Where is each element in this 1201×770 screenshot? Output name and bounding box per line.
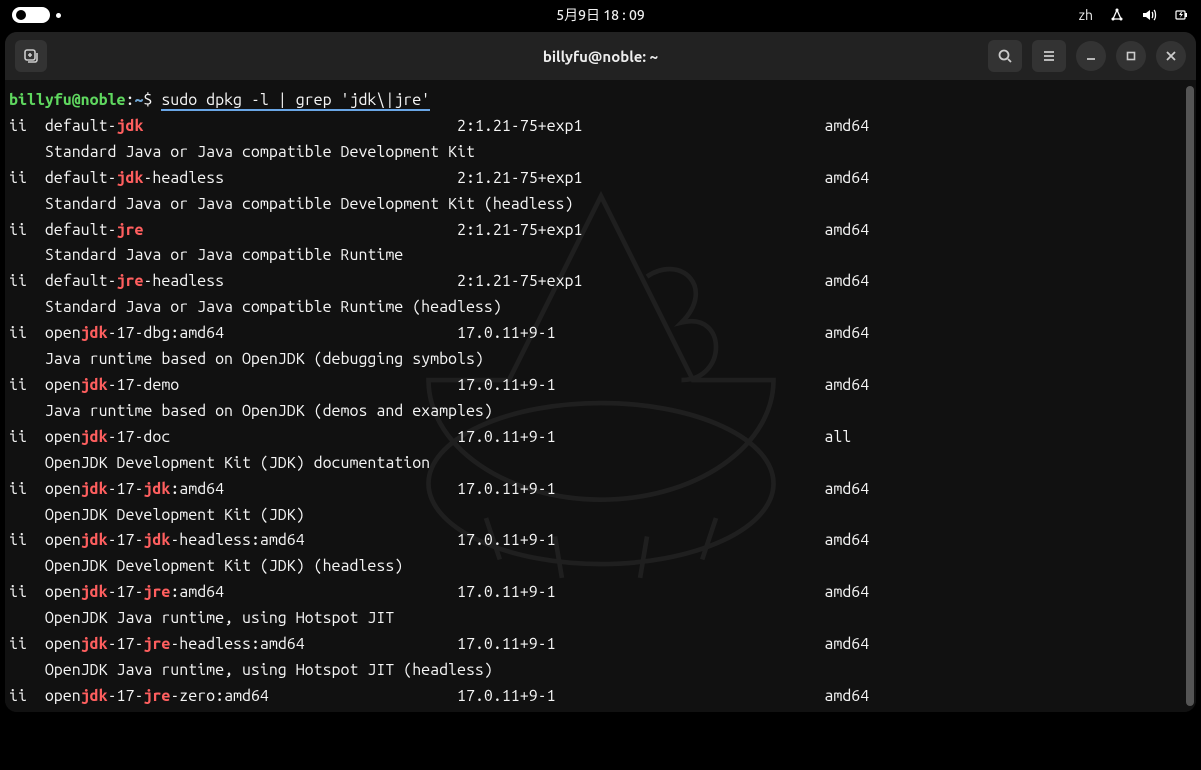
gnome-top-bar: 5月9日 18 : 09 zh bbox=[0, 0, 1201, 30]
titlebar: billyfu@noble: ~ bbox=[5, 32, 1196, 80]
new-tab-button[interactable] bbox=[15, 40, 47, 72]
menu-button[interactable] bbox=[1032, 40, 1066, 72]
search-button[interactable] bbox=[988, 40, 1022, 72]
terminal-window: billyfu@noble: ~ bbox=[5, 32, 1196, 712]
clock[interactable]: 5月9日 18 : 09 bbox=[556, 5, 645, 25]
activities-area[interactable] bbox=[12, 7, 61, 23]
terminal-body[interactable]: billyfu@noble:~$ sudo dpkg -l | grep 'jd… bbox=[5, 80, 1196, 712]
minimize-button[interactable] bbox=[1076, 41, 1106, 71]
activities-dot-icon bbox=[56, 13, 61, 18]
volume-icon[interactable] bbox=[1141, 7, 1157, 23]
input-method-indicator[interactable]: zh bbox=[1079, 7, 1093, 23]
activities-pill-icon bbox=[12, 7, 50, 23]
network-icon[interactable] bbox=[1109, 7, 1125, 23]
status-tray: zh bbox=[1079, 7, 1189, 23]
scrollbar[interactable] bbox=[1186, 86, 1194, 706]
close-button[interactable] bbox=[1156, 41, 1186, 71]
terminal-output: billyfu@noble:~$ sudo dpkg -l | grep 'jd… bbox=[9, 88, 1192, 710]
battery-icon[interactable] bbox=[1173, 7, 1189, 23]
window-title: billyfu@noble: ~ bbox=[543, 48, 658, 65]
maximize-button[interactable] bbox=[1116, 41, 1146, 71]
